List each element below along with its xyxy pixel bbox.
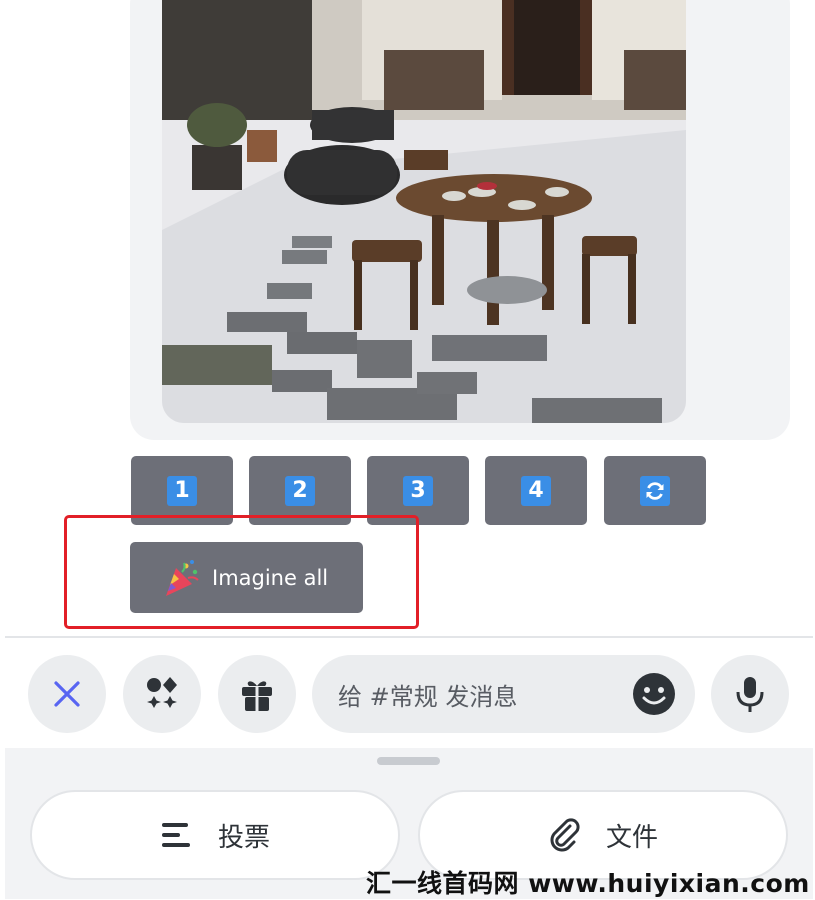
poll-button[interactable]: 投票 bbox=[30, 790, 400, 880]
emoji-icon[interactable] bbox=[632, 672, 676, 716]
poll-label: 投票 bbox=[217, 822, 270, 853]
paperclip-icon bbox=[550, 818, 580, 852]
variation-button-4[interactable]: 4 bbox=[485, 456, 587, 525]
microphone-button[interactable] bbox=[711, 655, 789, 733]
refresh-icon bbox=[640, 475, 670, 506]
poll-icon bbox=[161, 823, 190, 847]
highlight-box bbox=[64, 515, 419, 629]
close-button[interactable] bbox=[28, 655, 106, 733]
message-input-placeholder: 给 #常规 发消息 bbox=[338, 683, 518, 711]
message-input[interactable]: 给 #常规 发消息 bbox=[312, 655, 695, 733]
file-label: 文件 bbox=[605, 822, 658, 853]
close-icon bbox=[54, 681, 80, 707]
divider bbox=[5, 636, 813, 638]
apps-button[interactable] bbox=[123, 655, 201, 733]
gift-button[interactable] bbox=[218, 655, 296, 733]
watermark: 汇一线首码网 www.huiyixian.com bbox=[366, 869, 810, 898]
gift-icon bbox=[242, 681, 272, 711]
variation-number: 2 bbox=[285, 475, 315, 506]
reroll-button[interactable] bbox=[604, 456, 706, 525]
microphone-icon bbox=[736, 677, 764, 712]
variation-number: 3 bbox=[403, 475, 433, 506]
attachment-image[interactable] bbox=[162, 0, 686, 423]
variation-number: 1 bbox=[167, 475, 197, 506]
apps-icon bbox=[147, 677, 177, 708]
variation-number: 4 bbox=[521, 475, 551, 506]
drag-handle[interactable] bbox=[377, 757, 440, 765]
